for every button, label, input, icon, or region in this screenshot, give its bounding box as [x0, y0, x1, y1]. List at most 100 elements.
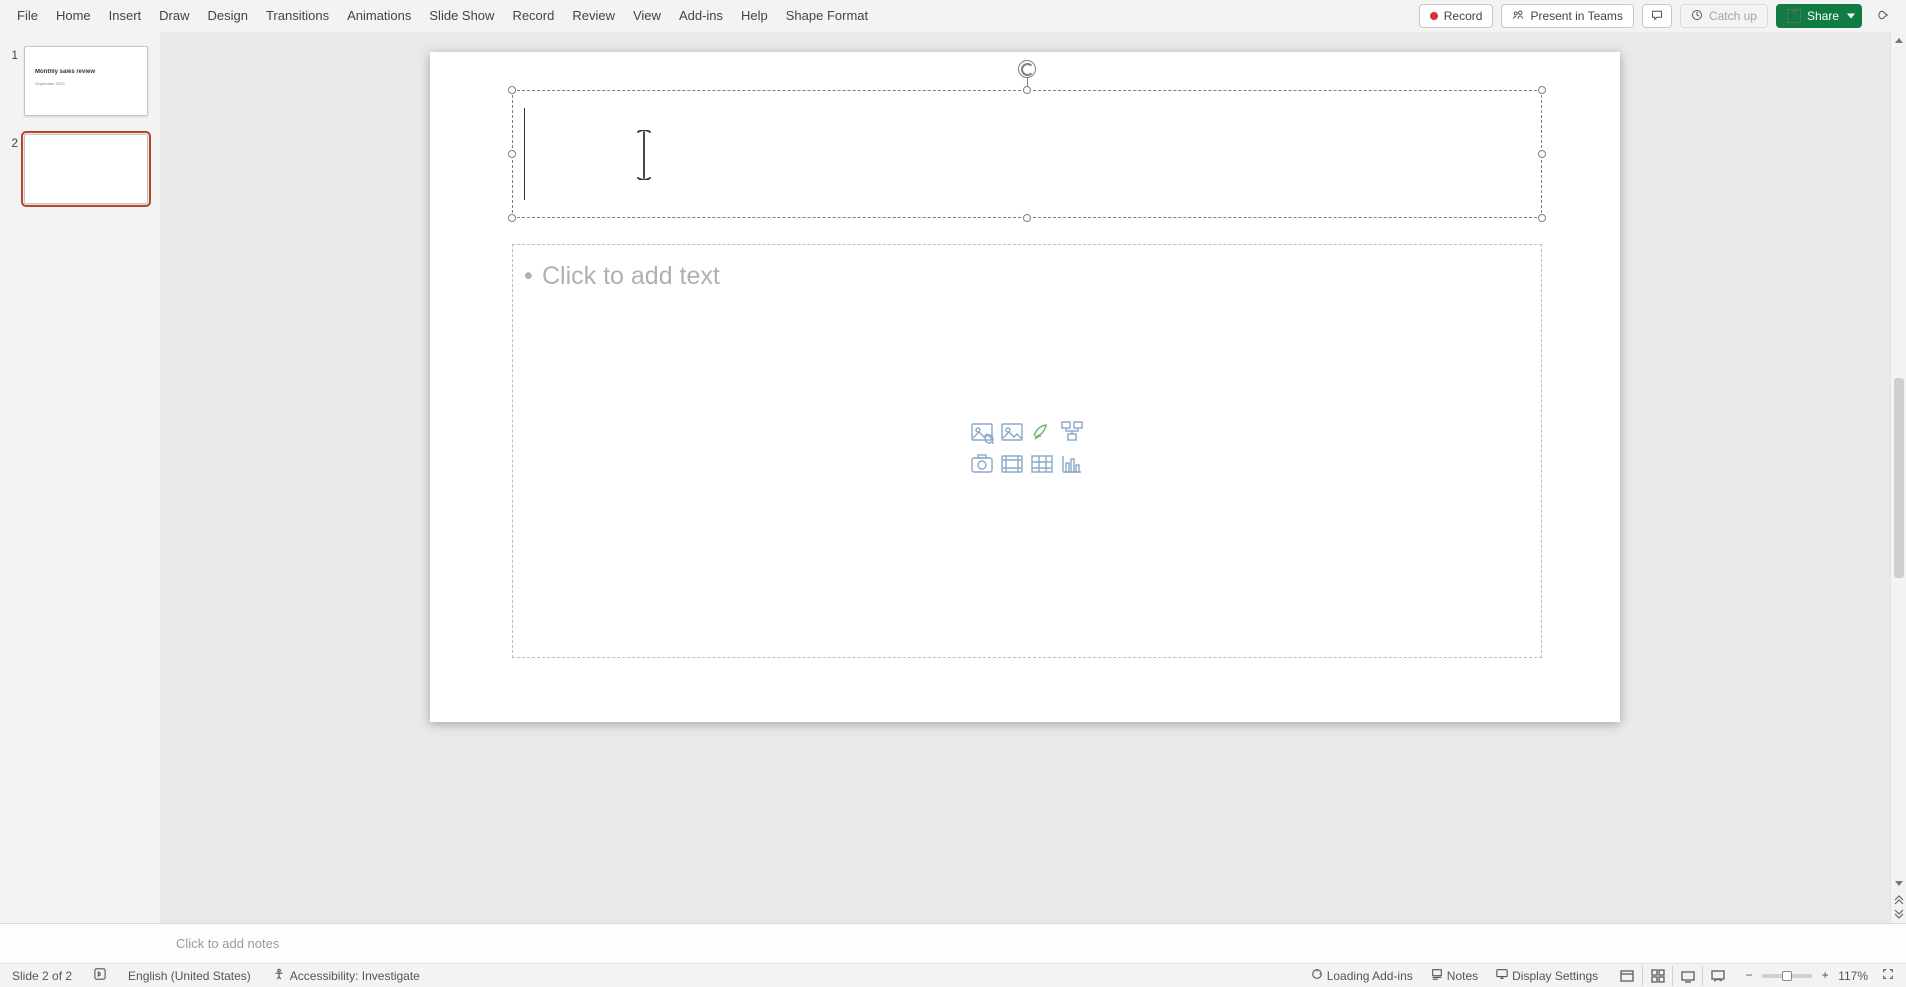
comments-button[interactable] — [1642, 4, 1672, 28]
thumbnail-2-wrap[interactable]: 2 — [0, 130, 159, 218]
reading-view-button[interactable] — [1672, 966, 1702, 986]
insert-stock-image-icon[interactable] — [968, 418, 996, 446]
slide-counter[interactable]: Slide 2 of 2 — [8, 967, 76, 985]
resize-handle-tl[interactable] — [508, 86, 516, 94]
next-slide-button[interactable] — [1891, 907, 1906, 923]
menu-bar: File Home Insert Draw Design Transitions… — [0, 0, 1906, 32]
text-caret — [524, 108, 525, 200]
thumbnail-1-subtitle: September 2023 — [35, 81, 65, 86]
normal-view-button[interactable] — [1612, 966, 1642, 986]
display-icon — [1496, 968, 1508, 983]
resize-handle-br[interactable] — [1538, 214, 1546, 222]
slide-canvas-area[interactable]: Click to add text — [160, 32, 1890, 923]
spell-check-button[interactable] — [90, 966, 110, 985]
accessibility-icon — [273, 968, 285, 983]
scroll-down-button[interactable] — [1891, 875, 1906, 891]
menu-design[interactable]: Design — [199, 0, 257, 32]
menu-transitions[interactable]: Transitions — [257, 0, 338, 32]
record-dot-icon — [1430, 12, 1438, 20]
insert-chart-icon[interactable] — [1058, 450, 1086, 478]
triangle-down-icon — [1895, 881, 1903, 886]
content-placeholder[interactable]: Click to add text — [512, 244, 1542, 658]
zoom-in-button[interactable]: + — [1818, 969, 1832, 983]
menu-view[interactable]: View — [624, 0, 670, 32]
insert-cameo-icon[interactable] — [968, 450, 996, 478]
menu-review[interactable]: Review — [563, 0, 624, 32]
language-button[interactable]: English (United States) — [124, 967, 255, 985]
notes-toggle-button[interactable]: Notes — [1427, 966, 1482, 985]
present-teams-button[interactable]: Present in Teams — [1501, 4, 1634, 28]
catch-up-button[interactable]: Catch up — [1680, 4, 1768, 28]
scroll-up-button[interactable] — [1891, 32, 1906, 48]
menu-help[interactable]: Help — [732, 0, 777, 32]
thumbnail-1-wrap[interactable]: 1 Monthly sales review September 2023 — [0, 42, 159, 130]
display-settings-button[interactable]: Display Settings — [1492, 966, 1602, 985]
text-cursor-icon — [634, 130, 654, 180]
resize-handle-ml[interactable] — [508, 150, 516, 158]
notes-toggle-label: Notes — [1447, 969, 1478, 983]
fit-to-window-button[interactable] — [1878, 966, 1898, 985]
menu-slideshow[interactable]: Slide Show — [420, 0, 503, 32]
status-bar: Slide 2 of 2 English (United States) Acc… — [0, 963, 1906, 987]
vertical-scrollbar[interactable] — [1890, 32, 1906, 923]
teams-icon — [1512, 9, 1524, 24]
prev-slide-button[interactable] — [1891, 891, 1906, 907]
present-teams-label: Present in Teams — [1530, 9, 1623, 23]
status-right: Loading Add-ins Notes Display Settings — [1307, 966, 1898, 986]
display-settings-label: Display Settings — [1512, 969, 1598, 983]
thumbnail-1[interactable]: Monthly sales review September 2023 — [24, 46, 148, 116]
zoom-slider[interactable] — [1762, 974, 1812, 978]
zoom-controls: − + 117% — [1742, 969, 1868, 983]
menu-file[interactable]: File — [8, 0, 47, 32]
zoom-percent[interactable]: 117% — [1838, 969, 1868, 983]
menu-animations[interactable]: Animations — [338, 0, 420, 32]
copilot-button[interactable] — [1870, 4, 1898, 28]
view-buttons — [1612, 966, 1732, 986]
resize-handle-tm[interactable] — [1023, 86, 1031, 94]
insert-table-icon[interactable] — [1028, 450, 1056, 478]
accessibility-button[interactable]: Accessibility: Investigate — [269, 966, 424, 985]
notes-icon — [1431, 968, 1443, 983]
share-icon — [1787, 9, 1801, 23]
slideshow-view-button[interactable] — [1702, 966, 1732, 986]
scroll-track[interactable] — [1893, 48, 1905, 875]
menu-record[interactable]: Record — [503, 0, 563, 32]
insert-video-icon[interactable] — [998, 450, 1026, 478]
menu-addins[interactable]: Add-ins — [670, 0, 732, 32]
resize-handle-bl[interactable] — [508, 214, 516, 222]
record-button[interactable]: Record — [1419, 4, 1494, 28]
loading-addins-label: Loading Add-ins — [1327, 969, 1413, 983]
thumbnail-2-number: 2 — [6, 136, 18, 150]
zoom-slider-knob[interactable] — [1782, 971, 1792, 981]
thumbnail-panel[interactable]: 1 Monthly sales review September 2023 2 — [0, 32, 160, 923]
status-left: Slide 2 of 2 English (United States) Acc… — [8, 966, 424, 985]
main-row: 1 Monthly sales review September 2023 2 — [0, 32, 1906, 923]
comment-icon — [1651, 9, 1663, 24]
accessibility-label: Accessibility: Investigate — [290, 969, 420, 983]
thumbnail-2[interactable] — [24, 134, 148, 204]
share-button[interactable]: Share — [1776, 4, 1862, 28]
menu-insert[interactable]: Insert — [100, 0, 151, 32]
insert-icon-icon[interactable] — [1028, 418, 1056, 446]
insert-smartart-icon[interactable] — [1058, 418, 1086, 446]
notes-placeholder: Click to add notes — [176, 936, 279, 951]
share-label: Share — [1807, 9, 1839, 23]
actions-group: Record Present in Teams Catch up Share — [1419, 4, 1898, 28]
slide[interactable]: Click to add text — [430, 52, 1620, 722]
zoom-out-button[interactable]: − — [1742, 969, 1756, 983]
loading-addins[interactable]: Loading Add-ins — [1307, 966, 1417, 985]
spell-check-icon — [94, 968, 106, 983]
insert-picture-icon[interactable] — [998, 418, 1026, 446]
resize-handle-tr[interactable] — [1538, 86, 1546, 94]
sorter-view-button[interactable] — [1642, 966, 1672, 986]
title-placeholder[interactable] — [512, 90, 1542, 218]
selection-border[interactable] — [512, 90, 1542, 218]
notes-pane[interactable]: Click to add notes — [0, 923, 1906, 963]
resize-handle-mr[interactable] — [1538, 150, 1546, 158]
menu-home[interactable]: Home — [47, 0, 100, 32]
menu-draw[interactable]: Draw — [150, 0, 198, 32]
scroll-thumb[interactable] — [1894, 378, 1904, 578]
resize-handle-bm[interactable] — [1023, 214, 1031, 222]
menu-shape-format[interactable]: Shape Format — [777, 0, 877, 32]
rotate-handle[interactable] — [1018, 60, 1036, 78]
